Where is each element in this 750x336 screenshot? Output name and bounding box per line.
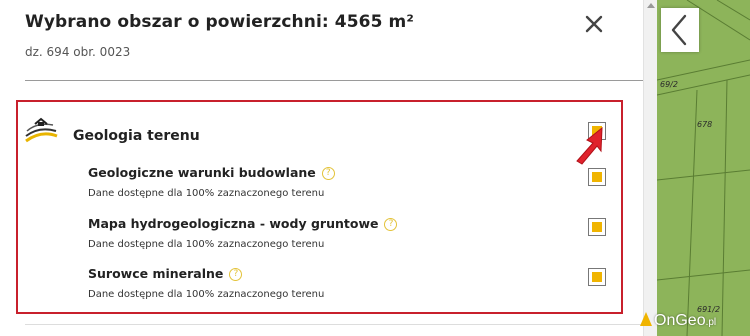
item-checkbox[interactable] [588,268,606,286]
parcel-label: 69/2 [660,80,678,89]
item-checkbox[interactable] [588,218,606,236]
close-button[interactable] [580,10,608,38]
item-checkbox[interactable] [588,168,606,186]
item-desc: Dane dostępne dla 100% zaznaczonego tere… [88,239,325,250]
help-icon[interactable]: ? [384,218,398,231]
logo-icon [640,312,652,326]
item-desc: Dane dostępne dla 100% zaznaczonego tere… [88,289,325,300]
ongeo-watermark: OnGeo.pl [640,312,716,334]
bottom-divider [25,324,643,325]
item-title: Surowce mineralne? [88,266,243,281]
chevron-left-icon [671,14,687,46]
item-desc: Dane dostępne dla 100% zaznaczonego tere… [88,188,325,199]
help-icon[interactable]: ? [229,268,243,281]
geology-section: Geologia terenu Geologiczne warunki budo… [16,100,623,314]
parcel-label: 678 [697,120,713,129]
item-title: Geologiczne warunki budowlane? [88,165,335,180]
item-title: Mapa hydrogeologiczna - wody gruntowe? [88,216,398,231]
close-icon [585,15,603,33]
back-button[interactable] [661,8,699,52]
pointer-arrow-icon [576,126,603,165]
help-icon[interactable]: ? [321,167,335,180]
page-title: Wybrano obszar o powierzchni: 4565 m² [25,12,414,32]
scroll-up-icon[interactable] [647,3,655,8]
parcel-subtitle: dz. 694 obr. 0023 [25,45,131,59]
panel-scrollbar[interactable] [643,0,657,336]
section-title: Geologia terenu [73,128,200,144]
details-panel: Wybrano obszar o powierzchni: 4565 m² dz… [0,0,643,336]
geology-icon [25,117,58,143]
header-divider [25,80,643,81]
